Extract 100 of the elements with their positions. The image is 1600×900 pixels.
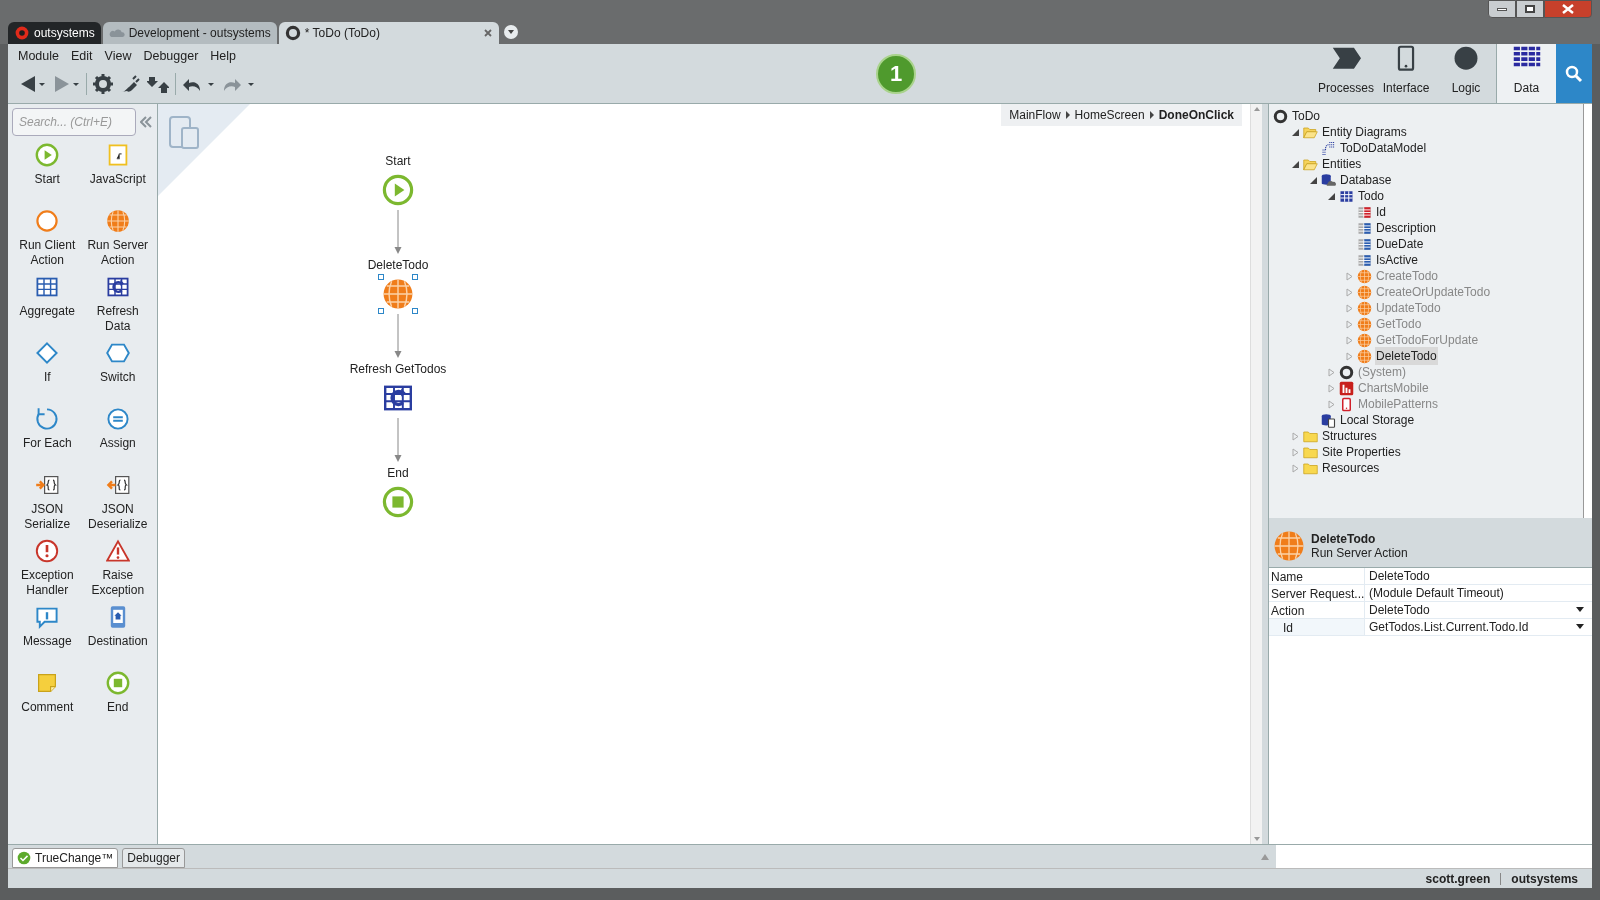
equals-icon[interactable]	[105, 407, 130, 431]
menu-item[interactable]: Debugger	[139, 46, 203, 66]
json-import-icon[interactable]	[35, 473, 60, 497]
menu-item[interactable]: Module	[14, 46, 63, 66]
warning-triangle-icon[interactable]	[105, 539, 130, 563]
table-icon[interactable]	[35, 275, 60, 299]
app-tab[interactable]: Data	[1496, 44, 1556, 103]
expanded-arrow-icon[interactable]	[1309, 175, 1318, 185]
breadcrumb-item[interactable]: HomeScreen	[1074, 106, 1145, 124]
toolbox-item-label[interactable]: For Each	[22, 436, 72, 451]
toolbox-item-label[interactable]: Message	[22, 634, 72, 649]
stop-icon[interactable]	[382, 486, 414, 518]
collapsed-arrow-icon[interactable]	[1327, 367, 1336, 377]
menu-item[interactable]: Help	[206, 46, 241, 66]
tab[interactable]: Development - outsystems	[102, 22, 277, 44]
forward-icon[interactable]	[52, 75, 80, 93]
hexagon-icon[interactable]	[105, 341, 130, 365]
tab[interactable]: outsystems	[8, 22, 101, 44]
toolbox-item-label[interactable]: JavaScript	[89, 172, 146, 187]
tree-item[interactable]: Local Storage	[1339, 411, 1416, 429]
tree-item[interactable]: Todo	[1357, 187, 1386, 205]
tree-item[interactable]: ToDo	[1291, 107, 1321, 125]
breadcrumb-item[interactable]: DoneOnClick	[1158, 106, 1234, 124]
expanded-arrow-icon[interactable]	[1291, 127, 1300, 137]
breadcrumb-item[interactable]: MainFlow	[1009, 106, 1061, 124]
issues-badge[interactable]: 1	[876, 53, 916, 94]
toolbox-item-label[interactable]: End	[107, 700, 129, 715]
tree-item[interactable]: Description	[1375, 219, 1438, 237]
expanded-arrow-icon[interactable]	[1291, 159, 1300, 169]
toolbox-item-label[interactable]: Destination	[87, 634, 148, 649]
tree-item[interactable]: IsActive	[1375, 251, 1419, 269]
circle-icon[interactable]	[35, 209, 60, 233]
minimize-button[interactable]	[1488, 0, 1516, 18]
json-export-icon[interactable]	[105, 473, 130, 497]
collapsed-arrow-icon[interactable]	[1291, 431, 1300, 441]
expanded-arrow-icon[interactable]	[1327, 191, 1336, 201]
tree-item[interactable]: DueDate	[1375, 235, 1425, 253]
scroll-down-icon[interactable]	[1252, 836, 1261, 842]
property-dropdown[interactable]: DeleteTodo	[1365, 602, 1592, 618]
tree-item[interactable]: ToDoDataModel	[1339, 139, 1428, 157]
tab-list-icon[interactable]	[502, 24, 519, 40]
collapsed-arrow-icon[interactable]	[1345, 287, 1354, 297]
collapsed-arrow-icon[interactable]	[1327, 399, 1336, 409]
play-icon[interactable]	[382, 174, 414, 206]
toolbox-item-label[interactable]: Refresh Data	[82, 304, 153, 334]
toolbox-item-label[interactable]: Switch	[100, 370, 136, 385]
toolbox-item-label[interactable]: JSON Serialize	[12, 502, 83, 532]
tree-item[interactable]: Entity Diagrams	[1321, 123, 1408, 141]
close-button[interactable]	[1544, 0, 1592, 18]
close-tab-icon[interactable]	[482, 28, 493, 38]
tree-item[interactable]: Database	[1339, 171, 1393, 189]
publish-arrows-icon[interactable]	[147, 74, 169, 94]
toolbox-item-label[interactable]: Raise Exception	[82, 568, 153, 598]
property-dropdown[interactable]: GetTodos.List.Current.Todo.Id	[1365, 619, 1592, 635]
panel-tab[interactable]: TrueChange™	[12, 848, 119, 868]
expand-panel-icon[interactable]	[1260, 853, 1270, 861]
toolbox-item-label[interactable]: Start	[34, 172, 60, 187]
stop-icon[interactable]	[105, 671, 130, 695]
menu-item[interactable]: Edit	[67, 46, 97, 66]
warning-circle-icon[interactable]	[35, 539, 60, 563]
collapsed-arrow-icon[interactable]	[1345, 271, 1354, 281]
app-tab[interactable]: Interface	[1376, 44, 1436, 103]
tree-item[interactable]: Site Properties	[1321, 443, 1402, 461]
toolbox-item-label[interactable]: Comment	[21, 700, 74, 715]
panel-tab[interactable]: Debugger	[122, 848, 185, 868]
diamond-icon[interactable]	[35, 341, 60, 365]
tree-item[interactable]: Structures	[1321, 427, 1378, 445]
tree-item[interactable]: Entities	[1321, 155, 1363, 173]
app-tab[interactable]: Logic	[1436, 44, 1496, 103]
globe-icon[interactable]	[105, 209, 130, 233]
scroll-up-icon[interactable]	[1252, 106, 1261, 112]
loop-icon[interactable]	[35, 407, 60, 431]
property-field[interactable]: DeleteTodo	[1365, 568, 1592, 584]
toolbox-item-label[interactable]: Run Client Action	[12, 238, 83, 268]
document-tab[interactable]: * ToDo (ToDo)	[278, 22, 499, 44]
app-tab[interactable]: Processes	[1316, 44, 1376, 103]
collapsed-arrow-icon[interactable]	[1327, 383, 1336, 393]
toolbox-item-label[interactable]: Run Server Action	[82, 238, 153, 268]
toolbox-item-label[interactable]: Assign	[99, 436, 136, 451]
play-icon[interactable]	[35, 143, 60, 167]
collapsed-arrow-icon[interactable]	[1291, 463, 1300, 473]
maximize-button[interactable]	[1516, 0, 1544, 18]
device-icon[interactable]	[168, 116, 200, 150]
collapse-icon[interactable]	[140, 116, 152, 128]
globe-icon[interactable]	[382, 278, 414, 310]
scrollbar[interactable]	[1250, 104, 1262, 844]
menu-item[interactable]: View	[100, 46, 136, 66]
search-field[interactable]: Search... (Ctrl+E)	[12, 108, 136, 136]
toolbox-item-label[interactable]: JSON Deserialize	[82, 502, 153, 532]
toolbox-item-label[interactable]: If	[43, 370, 51, 385]
refresh-table-icon[interactable]	[105, 275, 130, 299]
search-button[interactable]	[1556, 44, 1592, 103]
tree-item[interactable]: Id	[1375, 203, 1387, 221]
toolbox-item-label[interactable]: Exception Handler	[12, 568, 83, 598]
tree-item[interactable]: Resources	[1321, 459, 1381, 477]
collapsed-arrow-icon[interactable]	[1345, 319, 1354, 329]
settings-icon[interactable]	[93, 74, 113, 94]
collapsed-arrow-icon[interactable]	[1345, 351, 1354, 361]
tree-item[interactable]: DeleteTodo	[1375, 347, 1438, 365]
collapsed-arrow-icon[interactable]	[1291, 447, 1300, 457]
